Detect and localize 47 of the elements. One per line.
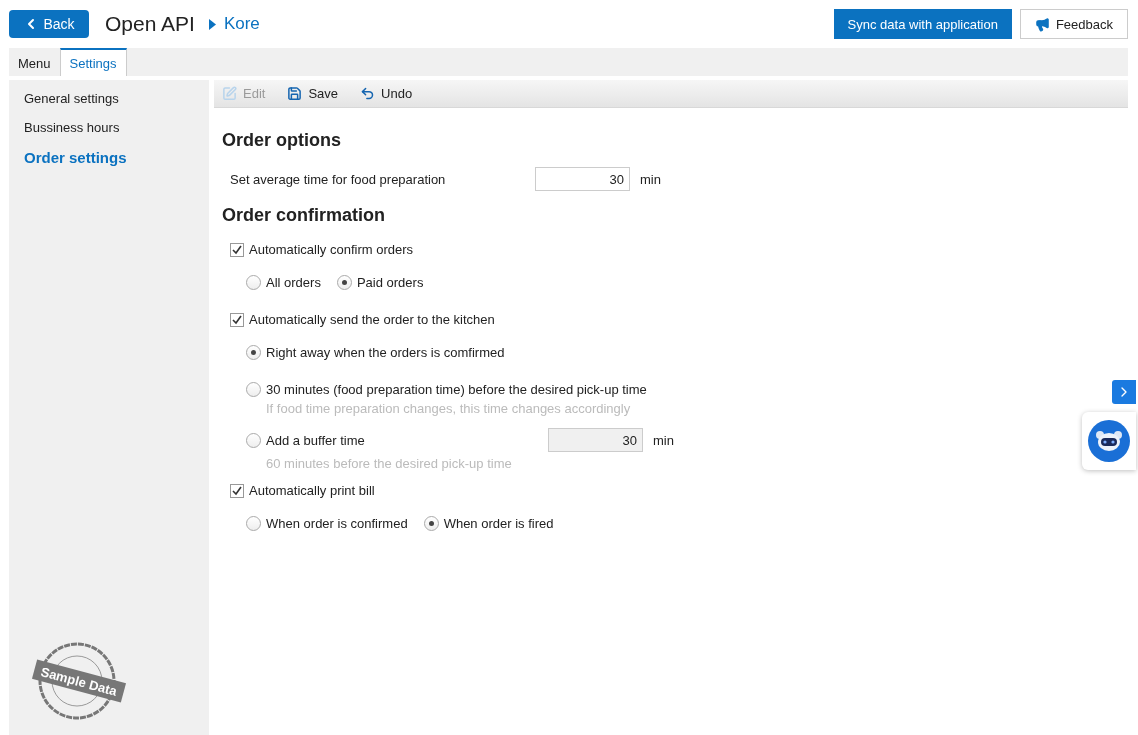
feedback-button[interactable]: Feedback	[1019, 9, 1128, 39]
radio-label: Paid orders	[356, 275, 424, 290]
radio-button[interactable]	[246, 345, 261, 360]
checkbox-label: Automatically print bill	[249, 483, 375, 498]
assistant-button[interactable]	[1082, 412, 1136, 470]
radio-button[interactable]	[246, 275, 261, 290]
radio-button[interactable]	[246, 382, 261, 397]
checkbox[interactable]	[230, 312, 244, 327]
radio-label: All orders	[266, 275, 321, 290]
radio-label: Right away when the orders is comfirmed	[266, 345, 505, 360]
checkbox[interactable]	[230, 483, 244, 498]
radio-label: When order is fired	[443, 516, 554, 531]
checkbox-label: Automatically confirm orders	[249, 242, 413, 257]
radio-label: 30 minutes (food preparation time) before the desired pick-up time	[266, 382, 647, 397]
undo-icon	[360, 86, 376, 101]
megaphone-icon	[1034, 16, 1050, 32]
radio-label: Add a buffer time	[266, 432, 366, 448]
section-heading: Order options	[222, 130, 342, 151]
breadcrumb-link[interactable]: Kore	[223, 14, 260, 34]
hint-text: If food time preparation changes, this time changes accordingly	[265, 401, 631, 416]
unit-label: min	[640, 171, 661, 187]
save-icon	[287, 86, 303, 101]
number-field[interactable]: 30	[535, 167, 630, 191]
radio-button[interactable]	[246, 432, 261, 448]
section-heading: Order confirmation	[222, 205, 387, 226]
checkbox[interactable]	[230, 242, 244, 257]
sidebar-item[interactable]: Order settings	[9, 142, 209, 173]
radio-label: When order is confirmed	[266, 516, 408, 531]
checkbox-label: Automatically send the order to the kitchen	[249, 312, 495, 327]
sync-button[interactable]: Sync data with application	[833, 9, 1012, 39]
sidebar-item[interactable]: Bussiness hours	[9, 113, 209, 142]
radio-button[interactable]	[246, 516, 261, 531]
robot-icon	[1088, 420, 1130, 462]
tab[interactable]: Menu	[9, 48, 60, 76]
unit-label: min	[653, 432, 674, 448]
edit-icon	[222, 86, 237, 101]
back-button[interactable]: Back	[9, 10, 89, 38]
radio-button[interactable]	[423, 516, 439, 531]
hint-text: 60 minutes before the desired pick-up time	[265, 456, 512, 471]
page-title: Open API	[105, 12, 195, 36]
triangle-icon	[208, 18, 216, 30]
toolbar-button[interactable]: Save	[287, 86, 339, 101]
sidebar-item[interactable]: General settings	[9, 84, 209, 113]
radio-button[interactable]	[336, 275, 352, 290]
tab[interactable]: Settings	[59, 48, 127, 76]
toolbar-button[interactable]: Undo	[360, 86, 413, 101]
field-label: Set average time for food preparation	[230, 171, 447, 187]
